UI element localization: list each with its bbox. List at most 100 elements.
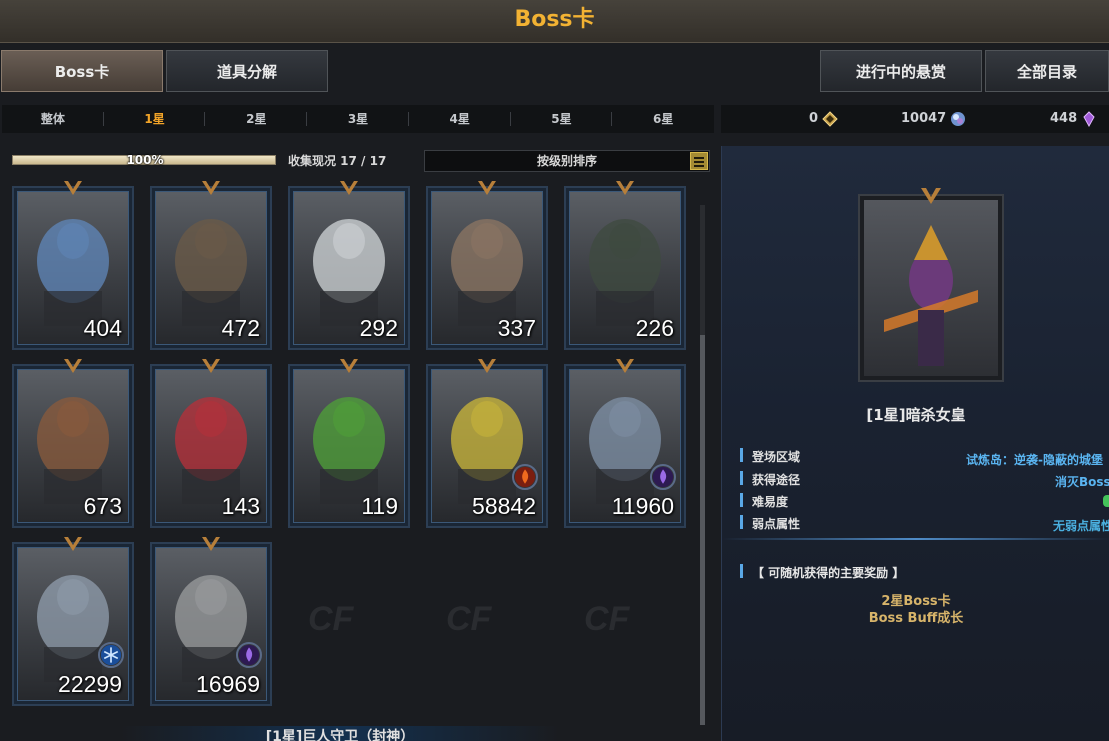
rank-crest-icon bbox=[616, 181, 634, 195]
boss-portrait bbox=[451, 219, 523, 326]
boss-card[interactable]: 404 bbox=[12, 180, 134, 350]
info-value-weakness: 无弱点属性 bbox=[1053, 519, 1109, 533]
title-bar: Boss卡 bbox=[0, 0, 1109, 43]
currency-gem-value: 448 bbox=[1050, 111, 1078, 126]
rank-crest-icon bbox=[64, 537, 82, 551]
boss-portrait bbox=[175, 397, 247, 504]
currency-gold: 0 bbox=[809, 105, 838, 133]
boss-card[interactable]: 337 bbox=[426, 180, 548, 350]
difficulty-indicator bbox=[1103, 495, 1109, 507]
scrollbar-thumb[interactable] bbox=[700, 335, 705, 725]
card-count: 292 bbox=[359, 315, 398, 341]
card-count: 119 bbox=[361, 493, 398, 519]
menu-icon[interactable] bbox=[690, 152, 708, 170]
boss-card[interactable]: 119 bbox=[288, 358, 410, 528]
rank-crest-icon bbox=[64, 359, 82, 373]
collection-progress-label: 100% bbox=[126, 153, 164, 167]
star-tab-2[interactable]: 2星 bbox=[205, 105, 307, 133]
boss-portrait bbox=[37, 219, 109, 326]
selected-boss-card bbox=[858, 186, 1004, 382]
star-filter: 整体 1星 2星 3星 4星 5星 6星 bbox=[2, 105, 714, 133]
card-count: 404 bbox=[83, 315, 122, 341]
star-tab-3[interactable]: 3星 bbox=[307, 105, 409, 133]
cf-watermark-logo: CF bbox=[446, 600, 492, 638]
rank-crest-icon bbox=[202, 181, 220, 195]
window-title: Boss卡 bbox=[514, 7, 595, 32]
section-divider bbox=[722, 538, 1109, 540]
info-value-area: 试炼岛：逆袭-隐蔽的城堡 bbox=[966, 453, 1103, 467]
tab-bounty[interactable]: 进行中的悬赏 bbox=[820, 50, 982, 92]
boss-card[interactable]: 16969 bbox=[150, 536, 272, 706]
boss-card[interactable]: 673 bbox=[12, 358, 134, 528]
rank-crest-icon bbox=[64, 181, 82, 195]
fire-icon bbox=[512, 464, 538, 490]
currency-gold-value: 0 bbox=[809, 111, 819, 126]
card-count: 337 bbox=[497, 315, 536, 341]
reward-item: Boss Buff成长 bbox=[868, 611, 964, 626]
assassin-queen-art bbox=[884, 225, 978, 366]
rank-crest-icon bbox=[202, 537, 220, 551]
boss-card-grid: 404 472 292 337 226 673 143 119 58842 11960 22299 1… bbox=[8, 180, 708, 720]
card-count: 22299 bbox=[58, 671, 122, 697]
dark-flame-icon bbox=[236, 642, 262, 668]
collection-status: 收集现况 17 / 17 bbox=[288, 154, 387, 168]
info-value-source: 消灭Boss bbox=[1055, 475, 1109, 489]
boss-detail-panel: [1星]暗杀女皇 登场区域 试炼岛：逆袭-隐蔽的城堡 获得途径 消灭Boss 难… bbox=[721, 146, 1109, 741]
info-label-difficulty: 难易度 bbox=[740, 493, 788, 510]
star-tab-5[interactable]: 5星 bbox=[511, 105, 613, 133]
rank-crest-icon bbox=[616, 359, 634, 373]
gold-diamond-icon bbox=[822, 111, 838, 127]
info-label-source: 获得途径 bbox=[740, 471, 800, 488]
rank-crest-icon bbox=[478, 181, 496, 195]
boss-portrait bbox=[175, 219, 247, 326]
boss-card[interactable]: 226 bbox=[564, 180, 686, 350]
tab-decompose[interactable]: 道具分解 bbox=[166, 50, 328, 92]
boss-card-screen: Boss卡 Boss卡 道具分解 进行中的悬赏 全部目录 整体 1星 2星 3星 4星 5… bbox=[0, 0, 1109, 741]
rank-crest-icon bbox=[478, 359, 496, 373]
boss-card[interactable]: 11960 bbox=[564, 358, 686, 528]
purple-gem-icon bbox=[1083, 111, 1095, 127]
info-label-area: 登场区域 bbox=[740, 448, 800, 465]
star-tab-1[interactable]: 1星 bbox=[104, 105, 206, 133]
boss-portrait bbox=[313, 397, 385, 504]
tab-catalog[interactable]: 全部目录 bbox=[985, 50, 1109, 92]
card-count: 58842 bbox=[472, 493, 536, 519]
star-tab-6[interactable]: 6星 bbox=[612, 105, 714, 133]
rank-crest-icon bbox=[921, 188, 941, 204]
rank-crest-icon bbox=[340, 359, 358, 373]
ice-icon bbox=[98, 642, 124, 668]
crystal-orb-icon bbox=[951, 112, 966, 126]
card-count: 472 bbox=[221, 315, 260, 341]
boss-card[interactable]: 58842 bbox=[426, 358, 548, 528]
boss-portrait bbox=[37, 397, 109, 504]
rank-crest-icon bbox=[340, 181, 358, 195]
card-count: 143 bbox=[221, 493, 260, 519]
sort-dropdown[interactable]: 按级别排序 bbox=[424, 150, 710, 172]
info-label-weakness: 弱点属性 bbox=[740, 515, 800, 532]
currency-gem: 448 bbox=[1050, 105, 1097, 133]
boss-card[interactable]: 22299 bbox=[12, 536, 134, 706]
boss-card[interactable]: 292 bbox=[288, 180, 410, 350]
boss-portrait bbox=[589, 219, 661, 326]
card-count: 673 bbox=[83, 493, 122, 519]
collection-progress-bar: 100% bbox=[12, 153, 276, 167]
tab-boss-card[interactable]: Boss卡 bbox=[1, 50, 163, 92]
selected-boss-name: [1星]暗杀女皇 bbox=[866, 406, 966, 424]
cf-watermark-logo: CF bbox=[308, 600, 354, 638]
currency-crystal-value: 10047 bbox=[901, 111, 947, 126]
reward-title: 【 可随机获得的主要奖励 】 bbox=[740, 564, 904, 581]
card-count: 11960 bbox=[611, 493, 674, 519]
star-tab-4[interactable]: 4星 bbox=[409, 105, 511, 133]
currency-crystal: 10047 bbox=[901, 105, 966, 133]
card-count: 226 bbox=[635, 315, 674, 341]
star-tab-0[interactable]: 整体 bbox=[2, 105, 104, 133]
rank-crest-icon bbox=[202, 359, 220, 373]
card-count: 16969 bbox=[196, 671, 260, 697]
currency-bar: 0 10047 448 bbox=[721, 105, 1109, 133]
scrollbar[interactable] bbox=[700, 205, 705, 725]
cf-watermark-logo: CF bbox=[584, 600, 630, 638]
sort-label: 按级别排序 bbox=[536, 154, 597, 168]
dark-flame-icon bbox=[650, 464, 676, 490]
boss-card[interactable]: 143 bbox=[150, 358, 272, 528]
boss-card[interactable]: 472 bbox=[150, 180, 272, 350]
